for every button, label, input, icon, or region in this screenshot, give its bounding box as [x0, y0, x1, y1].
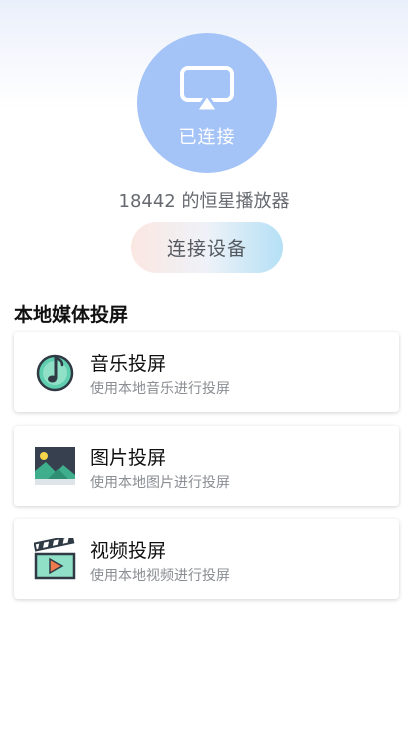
connect-device-button[interactable]: 连接设备 [131, 222, 283, 273]
screen-cast-icon [180, 66, 234, 113]
picture-cast-title: 图片投屏 [90, 447, 167, 469]
picture-cast-card[interactable]: 图片投屏 使用本地图片进行投屏 [14, 426, 399, 506]
connection-status-label: 已连接 [178, 127, 236, 148]
video-cast-card[interactable]: 视频投屏 使用本地视频进行投屏 [14, 519, 399, 599]
picture-cast-subtitle: 使用本地图片进行投屏 [90, 475, 230, 491]
picture-icon [35, 447, 75, 485]
cast-status-circle[interactable]: 已连接 [137, 33, 277, 173]
music-cast-title: 音乐投屏 [90, 353, 167, 375]
music-note-icon [36, 354, 74, 392]
video-cast-title: 视频投屏 [90, 540, 167, 562]
section-title: 本地媒体投屏 [14, 304, 129, 326]
music-cast-card[interactable]: 音乐投屏 使用本地音乐进行投屏 [14, 332, 399, 412]
video-clapper-icon [34, 538, 76, 580]
music-cast-subtitle: 使用本地音乐进行投屏 [90, 381, 230, 397]
device-name: 18442 的恒星播放器 [118, 191, 290, 212]
video-cast-subtitle: 使用本地视频进行投屏 [90, 568, 230, 584]
screen-cast-page: 已连接 18442 的恒星播放器 连接设备 本地媒体投屏 音乐投屏 使用本地音乐… [0, 0, 408, 733]
